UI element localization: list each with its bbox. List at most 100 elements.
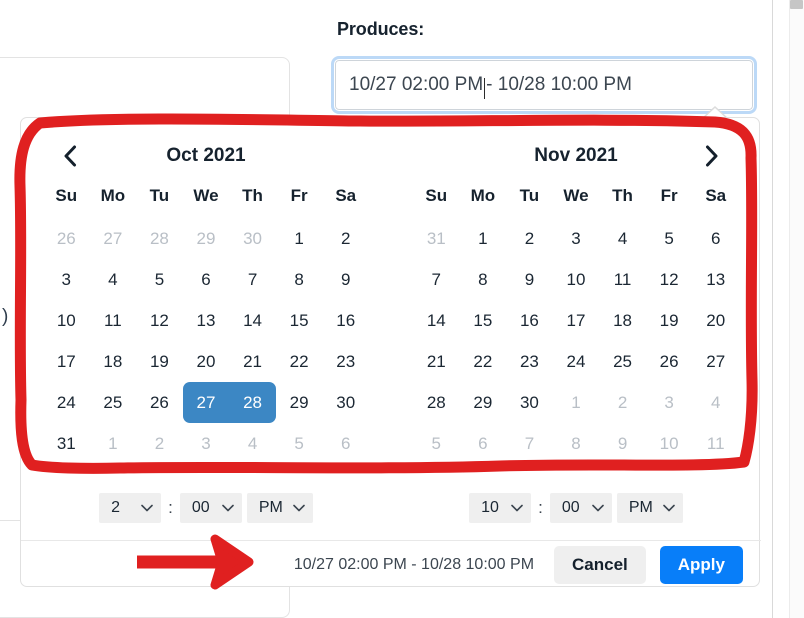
calendar-day[interactable]: 11 [692,423,739,464]
calendar-day[interactable]: 28 [136,218,183,259]
start-hour-select[interactable]: 2 [99,493,161,523]
calendar-day[interactable]: 3 [646,382,693,423]
calendar-day[interactable]: 12 [646,259,693,300]
calendar-day[interactable]: 24 [553,341,600,382]
calendar-day[interactable]: 16 [506,300,553,341]
calendar-day[interactable]: 3 [183,423,230,464]
calendar-day[interactable]: 4 [229,423,276,464]
calendar-day[interactable]: 17 [43,341,90,382]
calendar-day[interactable]: 9 [322,259,369,300]
calendar-day[interactable]: 29 [183,218,230,259]
calendar-day[interactable]: 27 [183,382,230,423]
calendar-day[interactable]: 1 [460,218,507,259]
calendar-day[interactable]: 2 [599,382,646,423]
calendar-day[interactable]: 4 [599,218,646,259]
chevron-right-icon[interactable] [699,143,725,169]
calendar-day[interactable]: 14 [229,300,276,341]
calendar-day[interactable]: 10 [43,300,90,341]
calendar-day[interactable]: 1 [553,382,600,423]
calendar-day[interactable]: 20 [692,300,739,341]
end-meridiem-select[interactable]: PM [617,493,683,523]
calendar-day[interactable]: 26 [136,382,183,423]
calendar-day[interactable]: 15 [276,300,323,341]
calendar-day[interactable]: 22 [276,341,323,382]
scrollbar-thumb[interactable] [790,0,803,9]
calendar-day[interactable]: 29 [460,382,507,423]
calendar-day[interactable]: 23 [506,341,553,382]
calendar-day[interactable]: 7 [229,259,276,300]
calendar-day[interactable]: 5 [276,423,323,464]
calendar-day[interactable]: 28 [229,382,276,423]
calendar-day[interactable]: 13 [692,259,739,300]
cancel-button[interactable]: Cancel [554,546,646,584]
calendar-day[interactable]: 27 [692,341,739,382]
calendar-day[interactable]: 25 [599,341,646,382]
end-hour-select[interactable]: 10 [469,493,531,523]
calendar-day[interactable]: 26 [646,341,693,382]
apply-button[interactable]: Apply [660,546,743,584]
calendar-day[interactable]: 10 [646,423,693,464]
calendar-day[interactable]: 27 [90,218,137,259]
calendar-day[interactable]: 6 [183,259,230,300]
end-minute-select[interactable]: 00 [550,493,612,523]
calendar-day[interactable]: 2 [506,218,553,259]
calendar-day[interactable]: 23 [322,341,369,382]
calendar-day[interactable]: 16 [322,300,369,341]
calendar-day[interactable]: 29 [276,382,323,423]
start-minute-select[interactable]: 00 [180,493,242,523]
calendar-day[interactable]: 30 [229,218,276,259]
calendar-day[interactable]: 18 [90,341,137,382]
calendar-day[interactable]: 7 [506,423,553,464]
calendar-day[interactable]: 5 [136,259,183,300]
calendar-day[interactable]: 26 [43,218,90,259]
calendar-day[interactable]: 6 [460,423,507,464]
calendar-day[interactable]: 3 [43,259,90,300]
calendar-day[interactable]: 19 [646,300,693,341]
calendar-day[interactable]: 11 [90,300,137,341]
chevron-left-icon[interactable] [57,143,83,169]
calendar-day[interactable]: 21 [413,341,460,382]
calendar-day[interactable]: 31 [413,218,460,259]
scrollbar-track[interactable] [789,0,804,618]
calendar-day[interactable]: 19 [136,341,183,382]
calendar-day[interactable]: 12 [136,300,183,341]
calendar-day[interactable]: 3 [553,218,600,259]
calendar-day[interactable]: 13 [183,300,230,341]
time-selectors-area: 2 : 00 PM [21,465,761,540]
calendar-day[interactable]: 6 [692,218,739,259]
calendar-day[interactable]: 25 [90,382,137,423]
calendar-day[interactable]: 5 [646,218,693,259]
calendar-day[interactable]: 30 [322,382,369,423]
calendar-day[interactable]: 5 [413,423,460,464]
calendar-day[interactable]: 7 [413,259,460,300]
calendar-day[interactable]: 10 [553,259,600,300]
calendar-day[interactable]: 9 [599,423,646,464]
calendar-day[interactable]: 1 [276,218,323,259]
calendar-day[interactable]: 8 [553,423,600,464]
start-meridiem-select[interactable]: PM [247,493,313,523]
calendar-day[interactable]: 1 [90,423,137,464]
calendar-day[interactable]: 18 [599,300,646,341]
calendar-day[interactable]: 9 [506,259,553,300]
calendar-day[interactable]: 8 [460,259,507,300]
calendar-day[interactable]: 4 [90,259,137,300]
chevron-down-icon [141,499,153,517]
calendar-day[interactable]: 30 [506,382,553,423]
calendar-day[interactable]: 28 [413,382,460,423]
date-range-input[interactable]: 10/27 02:00 PM - 10/28 10:00 PM [334,59,754,111]
calendar-day[interactable]: 4 [692,382,739,423]
calendar-day[interactable]: 24 [43,382,90,423]
calendar-day[interactable]: 8 [276,259,323,300]
calendar-day[interactable]: 11 [599,259,646,300]
calendar-day[interactable]: 14 [413,300,460,341]
calendar-day[interactable]: 21 [229,341,276,382]
calendar-day[interactable]: 15 [460,300,507,341]
calendar-day[interactable]: 17 [553,300,600,341]
month-header-october: Oct 2021 [43,136,369,176]
calendar-day[interactable]: 20 [183,341,230,382]
calendar-day[interactable]: 31 [43,423,90,464]
calendar-day[interactable]: 2 [322,218,369,259]
calendar-day[interactable]: 22 [460,341,507,382]
calendar-day[interactable]: 2 [136,423,183,464]
calendar-day[interactable]: 6 [322,423,369,464]
